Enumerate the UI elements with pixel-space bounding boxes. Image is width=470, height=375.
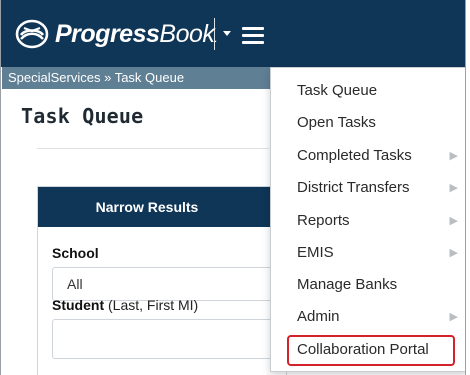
title-divider <box>37 148 269 149</box>
menu-item-completed-tasks[interactable]: Completed Tasks ▶ <box>271 140 465 172</box>
menu-item-label: Completed Tasks <box>297 147 412 164</box>
menu-item-label: Task Queue <box>297 82 378 99</box>
logo-bold-text: Progress <box>55 19 160 48</box>
menu-item-label: Admin <box>297 308 340 325</box>
main-menu-dropdown: Task Queue Open Tasks Completed Tasks ▶ Dist… <box>270 67 465 372</box>
chevron-right-icon: ▶ <box>449 311 458 323</box>
progressbook-logo-icon <box>15 19 49 49</box>
breadcrumb[interactable]: SpecialServices » Task Queue <box>2 67 270 89</box>
menu-item-manage-banks[interactable]: Manage Banks <box>271 269 465 301</box>
narrow-results-panel: Narrow Results School All Student (Last,… <box>37 186 287 375</box>
menu-item-label: Reports <box>297 212 350 229</box>
menu-item-label: Open Tasks <box>297 114 376 131</box>
menu-item-label: Collaboration Portal <box>297 341 429 358</box>
menu-item-label: District Transfers <box>297 179 410 196</box>
panel-heading: Narrow Results <box>38 187 286 227</box>
logo-light-text: Book <box>159 19 215 48</box>
logo-wordmark: ProgressBook. <box>55 19 218 48</box>
chevron-right-icon: ▶ <box>449 182 458 194</box>
app-window: ProgressBook. SpecialServices » Task Que… <box>0 0 466 375</box>
menu-item-admin[interactable]: Admin ▶ <box>271 301 465 333</box>
menu-item-collaboration-portal[interactable]: Collaboration Portal <box>271 334 465 366</box>
top-navbar: ProgressBook. <box>1 0 465 67</box>
menu-item-open-tasks[interactable]: Open Tasks <box>271 107 465 139</box>
school-label: School <box>52 245 99 261</box>
navbar-divider <box>214 18 215 50</box>
hamburger-menu-icon <box>242 26 264 44</box>
school-select[interactable]: All <box>52 267 282 301</box>
student-label-row: Student (Last, First MI) <box>52 297 198 313</box>
menu-item-emis[interactable]: EMIS ▶ <box>271 237 465 269</box>
student-hint: (Last, First MI) <box>108 297 199 313</box>
student-input[interactable] <box>52 319 282 359</box>
menu-item-label: Manage Banks <box>297 276 398 293</box>
menu-item-district-transfers[interactable]: District Transfers ▶ <box>271 172 465 204</box>
chevron-right-icon: ▶ <box>449 215 458 227</box>
menu-item-reports[interactable]: Reports ▶ <box>271 205 465 237</box>
caret-down-icon[interactable] <box>221 27 233 39</box>
menu-item-label: EMIS <box>297 244 334 261</box>
chevron-right-icon: ▶ <box>449 247 458 259</box>
progressbook-logo[interactable]: ProgressBook. <box>15 19 218 49</box>
student-label: Student <box>52 297 105 313</box>
page-title: Task Queue <box>21 104 144 128</box>
main-menu-button[interactable] <box>237 14 269 56</box>
chevron-right-icon: ▶ <box>449 150 458 162</box>
menu-item-task-queue[interactable]: Task Queue <box>271 75 465 107</box>
